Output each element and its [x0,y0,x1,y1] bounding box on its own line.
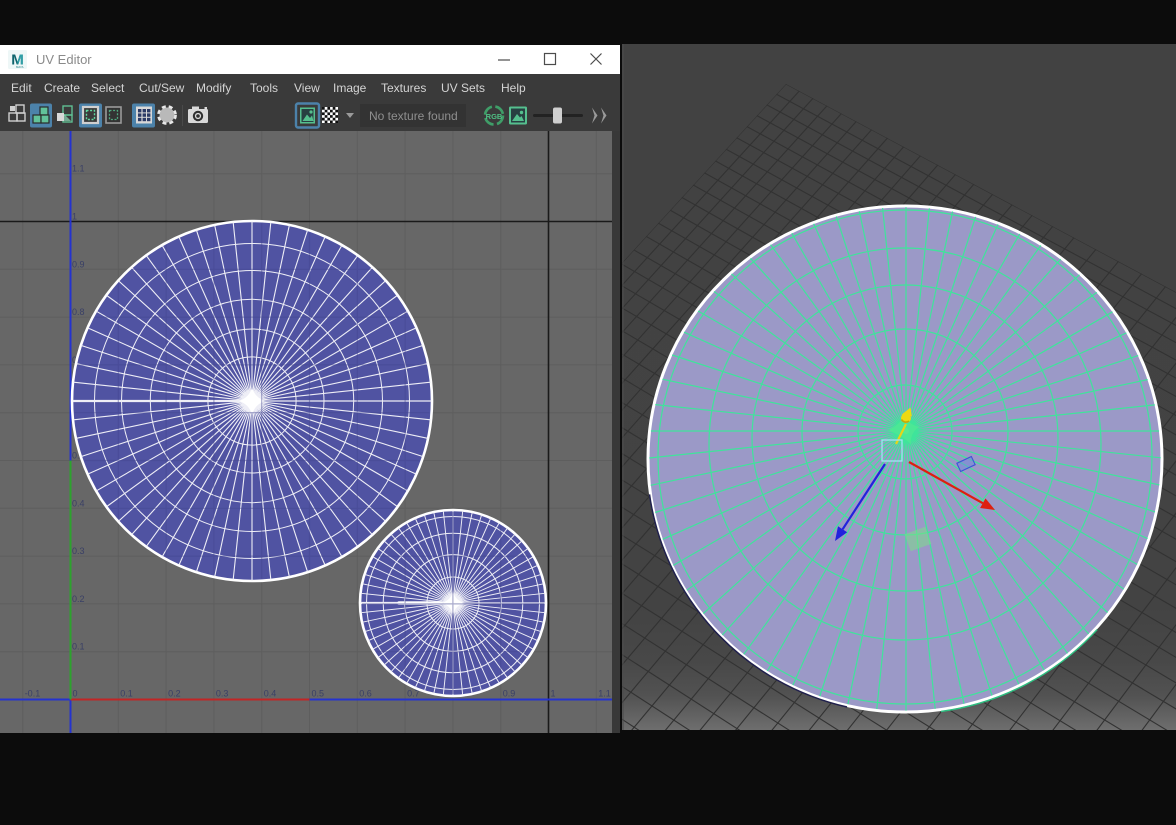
svg-text:1.1: 1.1 [598,689,611,699]
svg-text:0.6: 0.6 [359,689,372,699]
svg-text:0.4: 0.4 [264,689,277,699]
svg-text:RGB: RGB [486,112,503,121]
svg-text:0.3: 0.3 [216,689,229,699]
svg-text:0.2: 0.2 [72,594,85,604]
svg-text:0.8: 0.8 [72,307,85,317]
svg-text:0.4: 0.4 [72,498,85,508]
svg-text:0: 0 [73,689,78,699]
svg-text:1: 1 [72,212,77,222]
svg-text:0.1: 0.1 [72,642,85,652]
svg-text:No texture found: No texture found [369,109,458,123]
svg-text:MAYA: MAYA [16,65,24,69]
svg-text:0.1: 0.1 [120,689,133,699]
svg-text:-0.1: -0.1 [25,689,41,699]
svg-text:1.1: 1.1 [72,164,85,174]
svg-text:0.5: 0.5 [312,689,325,699]
svg-text:0.2: 0.2 [168,689,181,699]
svg-text:0.9: 0.9 [72,259,85,269]
svg-text:0.9: 0.9 [503,689,516,699]
svg-text:1: 1 [551,689,556,699]
svg-text:0.3: 0.3 [72,546,85,556]
